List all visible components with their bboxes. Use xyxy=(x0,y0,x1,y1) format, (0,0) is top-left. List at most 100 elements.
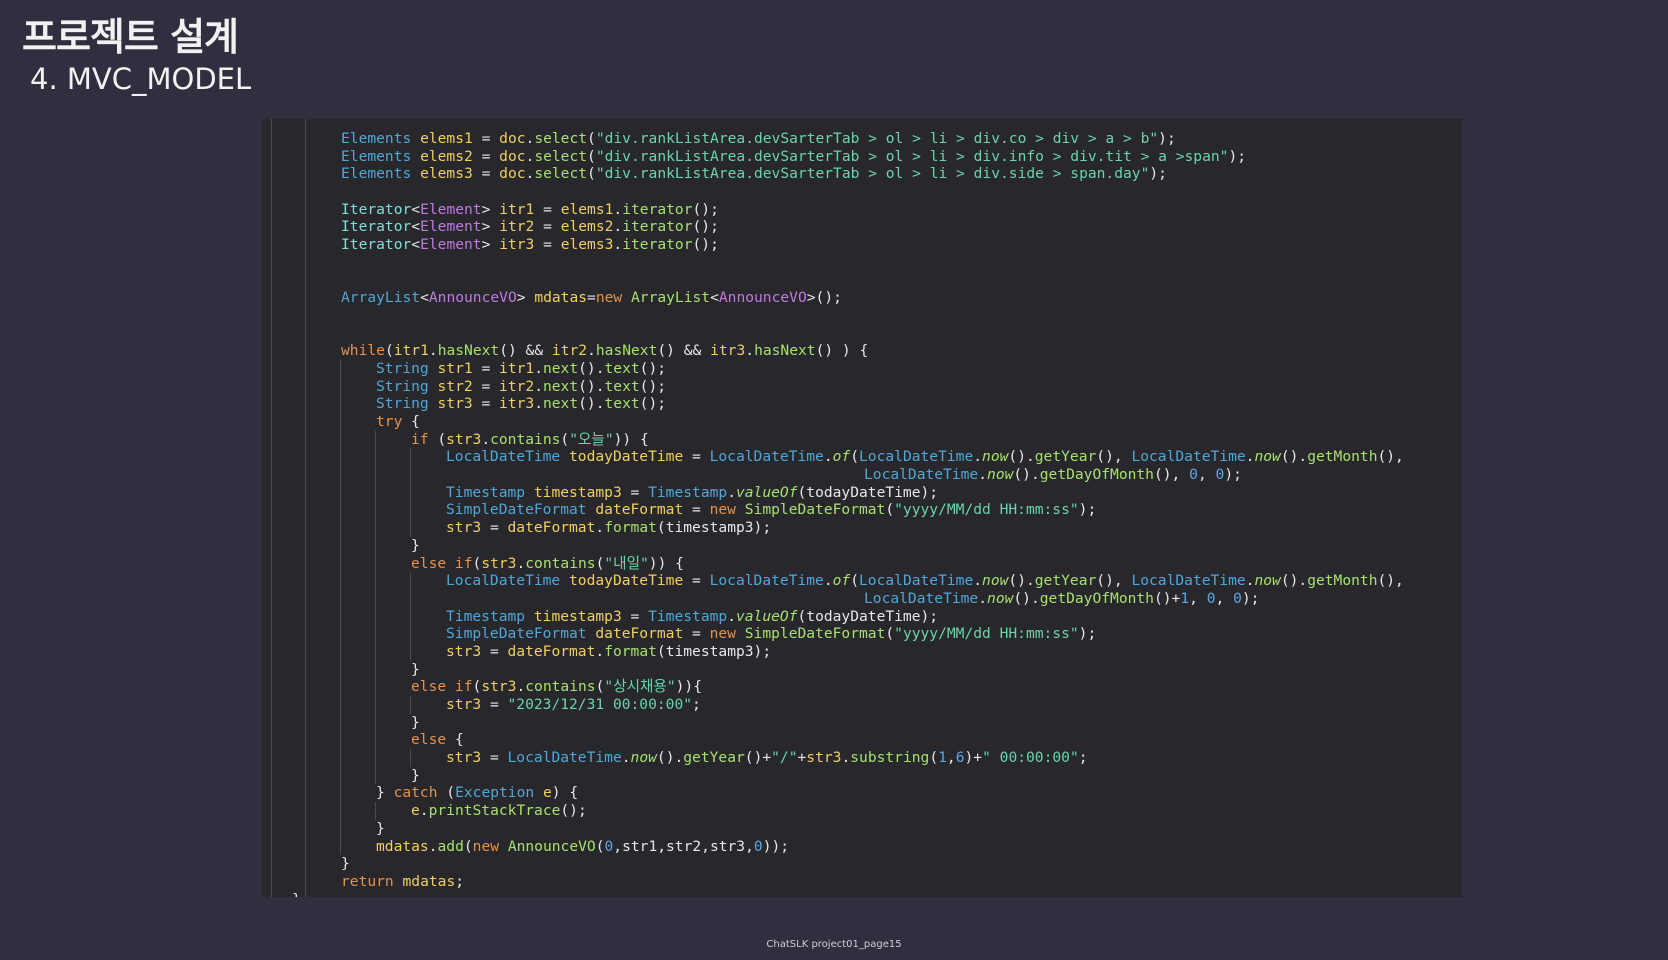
code-token: else if xyxy=(411,678,473,696)
code-token: ()+ xyxy=(1153,589,1181,607)
code-token: str3 xyxy=(806,749,842,767)
code-token: catch xyxy=(393,784,438,802)
code-token: (); xyxy=(692,200,719,218)
code-token: substring xyxy=(850,749,930,767)
code-token: } xyxy=(341,855,350,873)
code-token: Timestamp xyxy=(648,483,728,501)
code-token: } xyxy=(411,536,420,554)
code-token: str3 xyxy=(446,696,482,713)
code-token: { xyxy=(402,413,420,430)
code-token: ); xyxy=(1158,130,1176,147)
code-token: ( xyxy=(472,678,482,696)
code-token: = xyxy=(683,448,710,466)
indent-guide xyxy=(375,448,410,467)
code-token: (); xyxy=(692,218,719,236)
code-line: LocalDateTime todayDateTime = LocalDateT… xyxy=(262,448,1462,467)
code-token: String xyxy=(376,395,438,413)
code-token: hasNext xyxy=(437,342,500,360)
code-token: ( xyxy=(384,342,394,360)
code-token: ) { xyxy=(551,784,579,802)
code-line: try { xyxy=(262,413,1462,431)
indent-guide xyxy=(375,519,410,537)
code-token: } xyxy=(411,660,420,678)
indent-guide xyxy=(375,642,410,661)
indent-guide xyxy=(340,696,375,714)
code-token: { xyxy=(693,678,703,696)
code-token: (), xyxy=(1377,572,1404,590)
indent-guide xyxy=(410,483,445,502)
code-token: () && xyxy=(499,342,552,360)
code-token: . xyxy=(516,554,526,572)
code-token: SimpleDateFormat xyxy=(744,625,886,643)
indent-guide xyxy=(375,501,410,520)
code-token: next xyxy=(542,359,579,377)
code-token: . xyxy=(525,165,535,183)
code-token: ( xyxy=(929,749,939,767)
code-token: try xyxy=(376,413,403,430)
code-token: . xyxy=(613,218,623,236)
code-line: return mdatas; xyxy=(262,873,1462,891)
code-token: now xyxy=(1254,572,1281,590)
code-token: now xyxy=(982,572,1009,590)
code-token: str3 xyxy=(481,554,517,572)
code-token: " 00:00:00" xyxy=(982,749,1079,767)
code-token: < xyxy=(420,289,429,307)
code-token: ); xyxy=(1078,625,1097,643)
code-token: ( xyxy=(587,165,596,183)
code-token: ); xyxy=(1228,147,1247,165)
code-token: mdatas xyxy=(534,289,588,307)
code-token: SimpleDateFormat xyxy=(744,501,886,519)
code-token: format xyxy=(604,519,657,537)
indent-guide xyxy=(410,696,445,714)
slide-footer: ChatSLK project01_page15 xyxy=(766,939,902,950)
indent-guide xyxy=(340,749,375,767)
code-token: ( xyxy=(463,837,473,855)
code-token: of xyxy=(832,448,851,466)
indent-guide xyxy=(410,448,445,467)
code-token: Iterator xyxy=(341,200,412,218)
code-token: LocalDateTime xyxy=(864,589,979,607)
indent-guide xyxy=(340,837,375,856)
code-token: ()+ xyxy=(744,749,772,767)
indent-guide xyxy=(340,589,375,608)
code-token: = xyxy=(472,147,500,165)
code-token: (). xyxy=(578,395,605,413)
code-line: Iterator<Element> itr1 = elems1.iterator… xyxy=(262,201,1462,219)
indent-guide xyxy=(340,802,375,820)
code-token: getMonth xyxy=(1307,448,1378,466)
indent-guide xyxy=(375,660,410,679)
slide-subtitle: 4. MVC_MODEL xyxy=(30,62,252,96)
code-token: doc xyxy=(499,130,526,147)
code-token: e xyxy=(542,784,552,802)
indent-guide xyxy=(340,607,375,626)
code-token: "div.rankListArea.devSarterTab > ol > li… xyxy=(595,130,1159,147)
code-token: ( xyxy=(595,837,605,855)
code-line: } xyxy=(262,660,1462,679)
indent-guide xyxy=(340,466,375,484)
code-token: . xyxy=(727,607,736,625)
indent-guide xyxy=(340,377,375,396)
code-token: . xyxy=(595,642,605,660)
code-token: Elements xyxy=(341,165,421,183)
code-token: . xyxy=(841,749,851,767)
code-token: AnnounceVO xyxy=(718,289,807,307)
code-token: LocalDateTime xyxy=(446,448,570,466)
code-token: getYear xyxy=(1034,572,1097,590)
code-token: getYear xyxy=(683,749,745,767)
code-token: "yyyy/MM/dd HH:mm:ss" xyxy=(894,501,1079,519)
indent-guide xyxy=(375,696,410,714)
code-token: (), xyxy=(1096,572,1132,590)
code-token: = xyxy=(472,395,500,413)
code-token: "div.rankListArea.devSarterTab > ol > li… xyxy=(595,147,1229,165)
code-token: AnnounceVO xyxy=(507,837,596,855)
code-line: String str1 = itr1.next().text(); xyxy=(262,359,1462,378)
indent-guide xyxy=(340,678,375,696)
indent-guide xyxy=(375,802,410,820)
code-line: Elements elems3 = doc.select("div.rankLi… xyxy=(262,165,1462,183)
indent-guide xyxy=(340,359,375,378)
code-token: ,str1,str2,str3, xyxy=(613,837,754,855)
code-token: AnnounceVO xyxy=(428,289,517,307)
code-token: Iterator xyxy=(341,218,412,236)
